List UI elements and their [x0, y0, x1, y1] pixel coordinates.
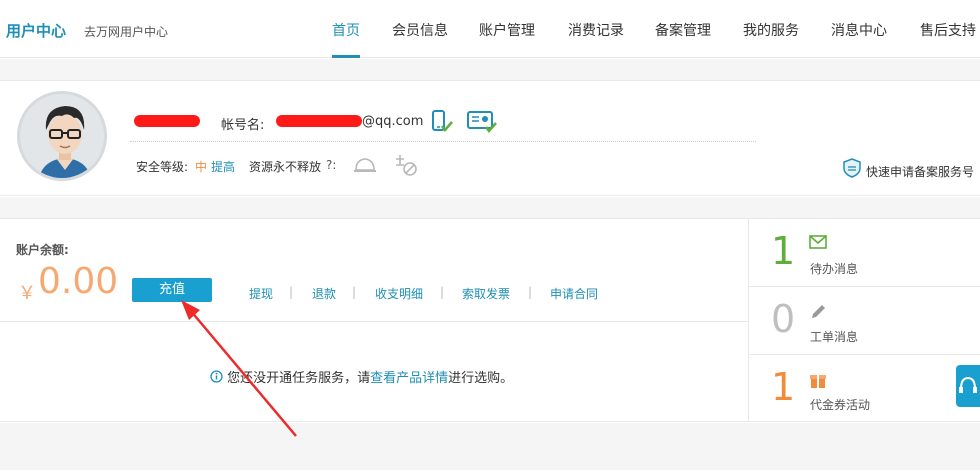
annotation-arrow-icon [181, 300, 297, 437]
page-root: 用户中心 去万网用户中心 首页 会员信息 账户管理 消费记录 备案管理 我的服务… [0, 0, 980, 470]
